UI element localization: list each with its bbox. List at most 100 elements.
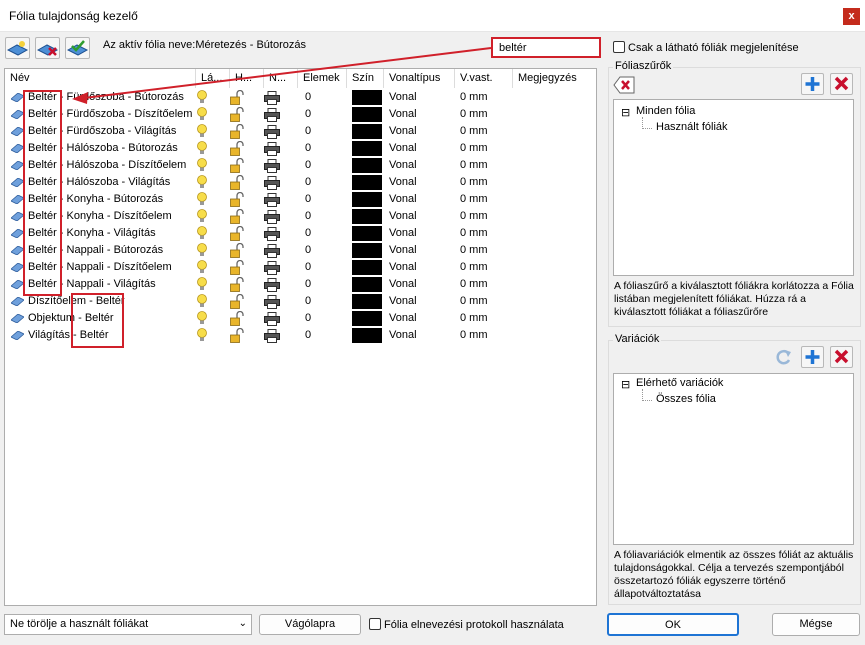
linetype[interactable]: Vonal bbox=[389, 276, 417, 293]
table-row[interactable]: Díszítőelem - Beltér 0 Vonal 0 mm bbox=[5, 293, 596, 310]
printer-icon[interactable] bbox=[264, 227, 280, 241]
table-row[interactable]: Beltér - Hálószoba - Világítás 0 Vonal 0 mm bbox=[5, 174, 596, 191]
unlocked-icon[interactable] bbox=[230, 158, 244, 173]
unlocked-icon[interactable] bbox=[230, 328, 244, 343]
unlocked-icon[interactable] bbox=[230, 90, 244, 105]
tree-node-available-variations[interactable]: Elérhető variációk bbox=[636, 377, 723, 389]
lightbulb-icon[interactable] bbox=[196, 294, 208, 309]
printer-icon[interactable] bbox=[264, 91, 280, 105]
column-comment[interactable]: Megjegyzés bbox=[513, 69, 596, 88]
lightbulb-icon[interactable] bbox=[196, 260, 208, 275]
clipboard-button[interactable]: Vágólapra bbox=[259, 614, 361, 635]
unlocked-icon[interactable] bbox=[230, 124, 244, 139]
color-swatch[interactable] bbox=[352, 260, 382, 275]
unlocked-icon[interactable] bbox=[230, 175, 244, 190]
unlocked-icon[interactable] bbox=[230, 277, 244, 292]
color-swatch[interactable] bbox=[352, 124, 382, 139]
new-layer-button[interactable] bbox=[5, 37, 30, 59]
linetype[interactable]: Vonal bbox=[389, 310, 417, 327]
color-swatch[interactable] bbox=[352, 311, 382, 326]
only-visible-check-box[interactable] bbox=[613, 41, 625, 53]
line-thickness[interactable]: 0 mm bbox=[460, 276, 488, 293]
color-swatch[interactable] bbox=[352, 328, 382, 343]
line-thickness[interactable]: 0 mm bbox=[460, 89, 488, 106]
color-swatch[interactable] bbox=[352, 277, 382, 292]
column-lock[interactable]: H... bbox=[230, 69, 264, 88]
tree-node-all-layers-variation[interactable]: Összes fólia bbox=[656, 393, 716, 405]
linetype[interactable]: Vonal bbox=[389, 293, 417, 310]
printer-icon[interactable] bbox=[264, 244, 280, 258]
printer-icon[interactable] bbox=[264, 278, 280, 292]
protocol-check-box[interactable] bbox=[369, 618, 381, 630]
clear-filter-button[interactable] bbox=[612, 74, 635, 96]
table-row[interactable]: Beltér - Nappali - Díszítőelem 0 Vonal 0 mm bbox=[5, 259, 596, 276]
table-row[interactable]: Beltér - Hálószoba - Bútorozás 0 Vonal 0 mm bbox=[5, 140, 596, 157]
column-linetype[interactable]: Vonaltípus bbox=[384, 69, 455, 88]
color-swatch[interactable] bbox=[352, 107, 382, 122]
table-row[interactable]: Beltér - Konyha - Díszítőelem 0 Vonal 0 mm bbox=[5, 208, 596, 225]
lightbulb-icon[interactable] bbox=[196, 107, 208, 122]
printer-icon[interactable] bbox=[264, 329, 280, 343]
linetype[interactable]: Vonal bbox=[389, 327, 417, 344]
table-row[interactable]: Beltér - Nappali - Világítás 0 Vonal 0 mm bbox=[5, 276, 596, 293]
lightbulb-icon[interactable] bbox=[196, 90, 208, 105]
table-row[interactable]: Beltér - Konyha - Bútorozás 0 Vonal 0 mm bbox=[5, 191, 596, 208]
line-thickness[interactable]: 0 mm bbox=[460, 123, 488, 140]
color-swatch[interactable] bbox=[352, 192, 382, 207]
add-filter-button[interactable] bbox=[801, 73, 824, 95]
unlocked-icon[interactable] bbox=[230, 107, 244, 122]
linetype[interactable]: Vonal bbox=[389, 225, 417, 242]
lightbulb-icon[interactable] bbox=[196, 226, 208, 241]
tree-expander-icon[interactable]: ⊟ bbox=[621, 106, 630, 119]
printer-icon[interactable] bbox=[264, 193, 280, 207]
color-swatch[interactable] bbox=[352, 158, 382, 173]
refresh-variation-button[interactable] bbox=[772, 346, 795, 368]
lightbulb-icon[interactable] bbox=[196, 192, 208, 207]
line-thickness[interactable]: 0 mm bbox=[460, 191, 488, 208]
linetype[interactable]: Vonal bbox=[389, 208, 417, 225]
column-print[interactable]: N... bbox=[264, 69, 298, 88]
filters-tree[interactable]: ⊟ Minden fólia Használt fóliák bbox=[613, 99, 854, 276]
column-color[interactable]: Szín bbox=[347, 69, 384, 88]
close-button[interactable]: x bbox=[843, 8, 860, 25]
table-row[interactable]: Beltér - Fürdőszoba - Díszítőelem 0 Vonal 0… bbox=[5, 106, 596, 123]
line-thickness[interactable]: 0 mm bbox=[460, 310, 488, 327]
printer-icon[interactable] bbox=[264, 159, 280, 173]
color-swatch[interactable] bbox=[352, 209, 382, 224]
lightbulb-icon[interactable] bbox=[196, 175, 208, 190]
lightbulb-icon[interactable] bbox=[196, 277, 208, 292]
unlocked-icon[interactable] bbox=[230, 311, 244, 326]
lightbulb-icon[interactable] bbox=[196, 141, 208, 156]
linetype[interactable]: Vonal bbox=[389, 106, 417, 123]
delete-variation-button[interactable] bbox=[830, 346, 853, 368]
printer-icon[interactable] bbox=[264, 142, 280, 156]
line-thickness[interactable]: 0 mm bbox=[460, 208, 488, 225]
lightbulb-icon[interactable] bbox=[196, 243, 208, 258]
linetype[interactable]: Vonal bbox=[389, 259, 417, 276]
unlocked-icon[interactable] bbox=[230, 209, 244, 224]
line-thickness[interactable]: 0 mm bbox=[460, 327, 488, 344]
linetype[interactable]: Vonal bbox=[389, 174, 417, 191]
only-visible-checkbox[interactable]: Csak a látható fóliák megjelenítése bbox=[613, 41, 799, 54]
line-thickness[interactable]: 0 mm bbox=[460, 242, 488, 259]
variations-tree[interactable]: ⊟ Elérhető variációk Összes fólia bbox=[613, 373, 854, 545]
line-thickness[interactable]: 0 mm bbox=[460, 106, 488, 123]
printer-icon[interactable] bbox=[264, 261, 280, 275]
column-thickness[interactable]: V.vast. bbox=[455, 69, 513, 88]
color-swatch[interactable] bbox=[352, 90, 382, 105]
lightbulb-icon[interactable] bbox=[196, 209, 208, 224]
set-active-layer-button[interactable] bbox=[65, 37, 90, 59]
unlocked-icon[interactable] bbox=[230, 192, 244, 207]
tree-node-all-layers[interactable]: Minden fólia bbox=[636, 105, 695, 117]
layer-list[interactable]: Név Lá... H... N... Elemek Szín Vonaltíp… bbox=[4, 68, 597, 606]
lightbulb-icon[interactable] bbox=[196, 158, 208, 173]
table-row[interactable]: Világítás - Beltér 0 Vonal 0 mm bbox=[5, 327, 596, 344]
linetype[interactable]: Vonal bbox=[389, 140, 417, 157]
table-row[interactable]: Beltér - Fürdőszoba - Világítás 0 Vonal 0 m… bbox=[5, 123, 596, 140]
lightbulb-icon[interactable] bbox=[196, 328, 208, 343]
printer-icon[interactable] bbox=[264, 295, 280, 309]
linetype[interactable]: Vonal bbox=[389, 123, 417, 140]
table-row[interactable]: Beltér - Nappali - Bútorozás 0 Vonal 0 mm bbox=[5, 242, 596, 259]
unlocked-icon[interactable] bbox=[230, 294, 244, 309]
table-row[interactable]: Beltér - Konyha - Világítás 0 Vonal 0 mm bbox=[5, 225, 596, 242]
